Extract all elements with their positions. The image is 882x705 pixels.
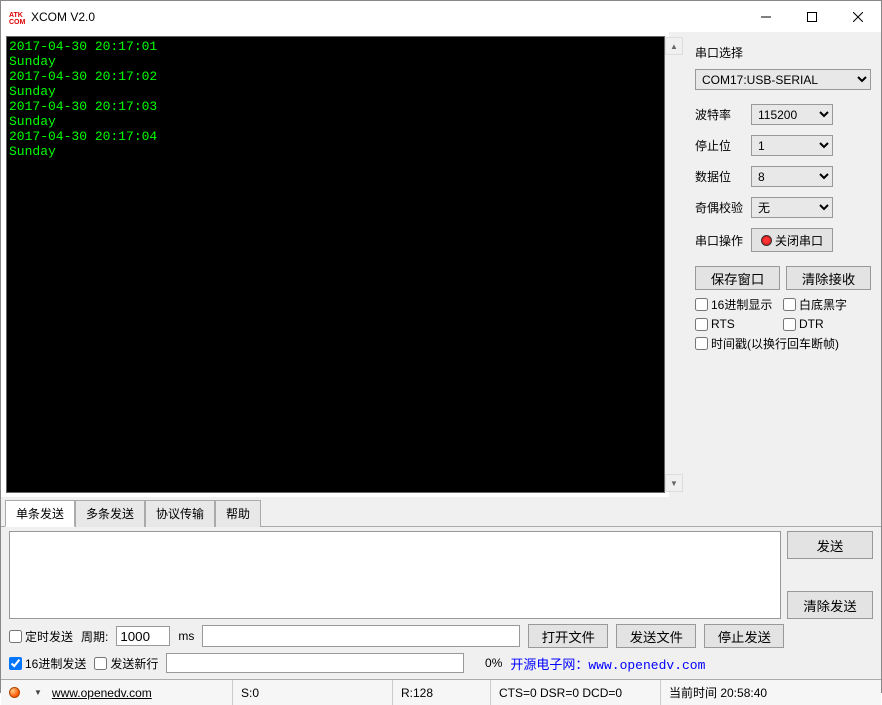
port-group-title: 串口选择 — [695, 44, 871, 61]
baud-label: 波特率 — [695, 106, 751, 123]
clear-receive-button[interactable]: 清除接收 — [786, 266, 871, 290]
period-input[interactable] — [116, 626, 170, 646]
period-unit: ms — [178, 629, 194, 643]
minimize-button[interactable] — [743, 1, 789, 32]
side-panel: 串口选择 COM17:USB-SERIAL 波特率 115200 停止位 1 数… — [669, 32, 881, 497]
tab-single-send[interactable]: 单条发送 — [5, 500, 75, 527]
op-label: 串口操作 — [695, 232, 751, 249]
record-icon — [761, 235, 772, 246]
svg-text:COM: COM — [9, 19, 25, 25]
port-select[interactable]: COM17:USB-SERIAL — [695, 69, 871, 90]
data-select[interactable]: 8 — [751, 166, 833, 187]
send-input[interactable] — [9, 531, 781, 619]
open-file-button[interactable]: 打开文件 — [528, 624, 608, 648]
stop-send-button[interactable]: 停止发送 — [704, 624, 784, 648]
app-icon: ATKCOM — [9, 9, 25, 25]
hex-send-checkbox[interactable]: 16进制发送 — [9, 655, 86, 672]
data-label: 数据位 — [695, 168, 751, 185]
terminal-output[interactable]: 2017-04-30 20:17:01 Sunday 2017-04-30 20… — [7, 37, 664, 492]
baud-select[interactable]: 115200 — [751, 104, 833, 125]
send-newline-checkbox[interactable]: 发送新行 — [94, 655, 158, 672]
stop-label: 停止位 — [695, 137, 751, 154]
parity-label: 奇偶校验 — [695, 199, 751, 216]
titlebar: ATKCOM XCOM V2.0 — [1, 1, 881, 32]
window-title: XCOM V2.0 — [31, 10, 743, 24]
send-file-button[interactable]: 发送文件 — [616, 624, 696, 648]
close-button[interactable] — [835, 1, 881, 32]
tab-multi-send[interactable]: 多条发送 — [75, 500, 145, 527]
stop-select[interactable]: 1 — [751, 135, 833, 156]
terminal-scrollbar[interactable]: ▲ ▼ — [665, 37, 683, 492]
hex-display-checkbox[interactable]: 16进制显示 — [695, 296, 783, 313]
timestamp-checkbox[interactable]: 时间戳(以换行回车断帧) — [695, 335, 871, 352]
scroll-down-icon[interactable]: ▼ — [665, 474, 683, 492]
scroll-up-icon[interactable]: ▲ — [665, 37, 683, 55]
port-operate-label: 关闭串口 — [775, 232, 823, 249]
tab-help[interactable]: 帮助 — [215, 500, 261, 527]
svg-text:ATK: ATK — [9, 12, 23, 19]
period-label: 周期: — [81, 628, 108, 645]
status-bar: ▼ www.openedv.com S:0 R:128 CTS=0 DSR=0 … — [1, 679, 881, 705]
tab-protocol[interactable]: 协议传输 — [145, 500, 215, 527]
website-link[interactable]: 开源电子网：www.openedv.com — [510, 654, 705, 673]
progress-bar — [166, 653, 464, 673]
file-path-input[interactable] — [202, 625, 520, 647]
parity-select[interactable]: 无 — [751, 197, 833, 218]
white-bg-checkbox[interactable]: 白底黑字 — [783, 296, 871, 313]
timed-send-checkbox[interactable]: 定时发送 — [9, 628, 73, 645]
save-window-button[interactable]: 保存窗口 — [695, 266, 780, 290]
clear-send-button[interactable]: 清除发送 — [787, 591, 873, 619]
progress-pct: 0% — [472, 656, 502, 670]
port-operate-button[interactable]: 关闭串口 — [751, 228, 833, 252]
dtr-checkbox[interactable]: DTR — [783, 317, 871, 331]
maximize-button[interactable] — [789, 1, 835, 32]
send-button[interactable]: 发送 — [787, 531, 873, 559]
rts-checkbox[interactable]: RTS — [695, 317, 783, 331]
